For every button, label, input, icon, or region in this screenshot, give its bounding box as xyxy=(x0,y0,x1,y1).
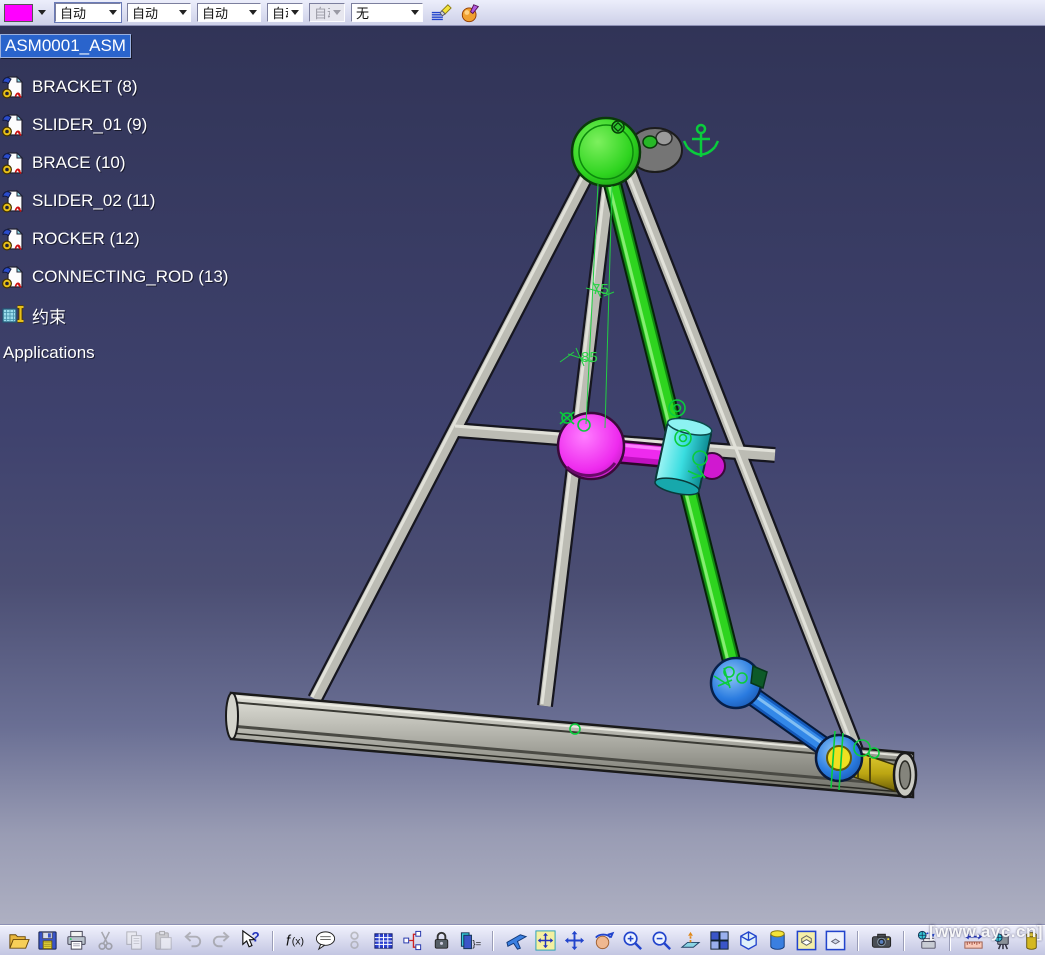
tree-item-slider-01[interactable]: SLIDER_01 (9) xyxy=(0,113,231,137)
tree-item-label: 约束 xyxy=(29,302,69,329)
material-sphere-icon[interactable] xyxy=(459,1,483,25)
part-icon xyxy=(2,151,26,175)
slider-02-part[interactable] xyxy=(654,415,714,498)
svg-text:?: ? xyxy=(251,929,259,944)
tree-item-label: BRACKET (8) xyxy=(29,76,141,98)
rail-end-bore xyxy=(900,761,911,789)
knowledge-icon[interactable]: }= xyxy=(458,929,482,953)
combo-value: 自动 xyxy=(202,3,228,22)
pan-icon[interactable] xyxy=(562,929,586,953)
chevron-down-icon xyxy=(179,10,187,15)
tree-item-label: ROCKER (12) xyxy=(29,228,143,250)
redo-icon[interactable] xyxy=(209,929,233,953)
zoom-out-icon[interactable] xyxy=(649,929,673,953)
tree-item-slider-02[interactable]: SLIDER_02 (11) xyxy=(0,189,231,213)
view-mode-2-icon[interactable] xyxy=(823,929,847,953)
watermark: [www.ayc.cn] xyxy=(929,922,1043,942)
catalog-icon[interactable] xyxy=(400,929,424,953)
rotate-icon[interactable] xyxy=(591,929,615,953)
fix-anchor-icon[interactable] xyxy=(684,125,718,157)
point-type-combo[interactable]: 自动 xyxy=(197,3,261,22)
combo-value: 自动 xyxy=(272,3,288,22)
chevron-down-icon xyxy=(411,10,419,15)
grid-table-icon[interactable] xyxy=(371,929,395,953)
tree-root-asm0001[interactable]: ASM0001_ASM xyxy=(0,33,231,59)
tree-item-label: Applications xyxy=(0,342,98,364)
part-icon xyxy=(2,189,26,213)
chevron-down-icon[interactable] xyxy=(38,10,46,15)
fly-icon[interactable] xyxy=(504,929,528,953)
comment-icon[interactable] xyxy=(313,929,337,953)
camera-icon[interactable] xyxy=(869,929,893,953)
chevron-down-icon xyxy=(333,10,341,15)
color-swatch[interactable] xyxy=(4,4,33,22)
undo-icon[interactable] xyxy=(180,929,204,953)
svg-text:75: 75 xyxy=(592,281,609,298)
lock-icon[interactable] xyxy=(429,929,453,953)
tree-item-rocker[interactable]: ROCKER (12) xyxy=(0,227,231,251)
share-icon[interactable] xyxy=(342,929,366,953)
iso-view-icon[interactable] xyxy=(736,929,760,953)
viewport-3d[interactable]: 75 85 ASM0001_ASM BRACKET (8) SLIDER_01 … xyxy=(0,26,1045,925)
tree-item-label: BRACE (10) xyxy=(29,152,129,174)
tree-item-connecting-rod[interactable]: CONNECTING_ROD (13) xyxy=(0,265,231,289)
copy-icon[interactable] xyxy=(122,929,146,953)
fill-color-picker[interactable] xyxy=(4,4,49,22)
chevron-down-icon xyxy=(291,10,299,15)
toolbar-separator xyxy=(492,931,494,951)
tree-root-label: ASM0001_ASM xyxy=(0,34,131,58)
tree-item-constraints[interactable]: 约束 xyxy=(0,303,231,327)
tree-item-label: CONNECTING_ROD (13) xyxy=(29,266,231,288)
part-icon xyxy=(2,227,26,251)
graphic-properties-toolbar: 自动 自动 自动 自动 自动 无 xyxy=(0,0,1045,26)
layer-combo: 自动 xyxy=(309,3,345,22)
cut-icon[interactable] xyxy=(93,929,117,953)
painter-icon[interactable] xyxy=(429,1,453,25)
whats-this-icon[interactable]: ? xyxy=(238,929,262,953)
transparency-combo[interactable]: 自动 xyxy=(267,3,303,22)
rendering-combo[interactable]: 无 xyxy=(351,3,423,22)
part-icon xyxy=(2,113,26,137)
open-icon[interactable] xyxy=(6,929,30,953)
line-weight-combo[interactable]: 自动 xyxy=(127,3,191,22)
toolbar-separator xyxy=(272,931,274,951)
tree-item-brace[interactable]: BRACE (10) xyxy=(0,151,231,175)
combo-value: 自动 xyxy=(60,3,86,22)
paste-icon[interactable] xyxy=(151,929,175,953)
tree-item-bracket[interactable]: BRACKET (8) xyxy=(0,75,231,99)
view-mode-1-icon[interactable] xyxy=(794,929,818,953)
constraints-icon xyxy=(2,303,26,327)
standard-toolbar: ? f(x) }= xyxy=(0,925,1045,955)
part-icon xyxy=(2,265,26,289)
fit-all-icon[interactable] xyxy=(533,929,557,953)
print-icon[interactable] xyxy=(64,929,88,953)
normal-view-icon[interactable] xyxy=(678,929,702,953)
combo-value: 无 xyxy=(356,3,369,22)
shaded-cylinder-icon[interactable] xyxy=(765,929,789,953)
tree-item-label: SLIDER_01 (9) xyxy=(29,114,150,136)
save-icon[interactable] xyxy=(35,929,59,953)
tree-item-label: SLIDER_02 (11) xyxy=(29,190,158,212)
svg-text:85: 85 xyxy=(581,349,598,366)
svg-text:}=: }= xyxy=(472,938,481,949)
combo-value: 自动 xyxy=(132,3,158,22)
quad-view-icon[interactable] xyxy=(707,929,731,953)
part-icon xyxy=(2,75,26,99)
chevron-down-icon xyxy=(109,10,117,15)
toolbar-separator xyxy=(903,931,905,951)
zoom-in-icon[interactable] xyxy=(620,929,644,953)
svg-text:(x): (x) xyxy=(291,935,303,947)
toolbar-separator xyxy=(857,931,859,951)
combo-value: 自动 xyxy=(314,3,330,22)
specification-tree: ASM0001_ASM BRACKET (8) SLIDER_01 (9) BR… xyxy=(0,33,231,379)
chevron-down-icon xyxy=(249,10,257,15)
line-type-combo[interactable]: 自动 xyxy=(55,3,121,22)
fx-icon[interactable]: f(x) xyxy=(284,929,308,953)
tree-item-applications[interactable]: Applications xyxy=(0,341,231,365)
